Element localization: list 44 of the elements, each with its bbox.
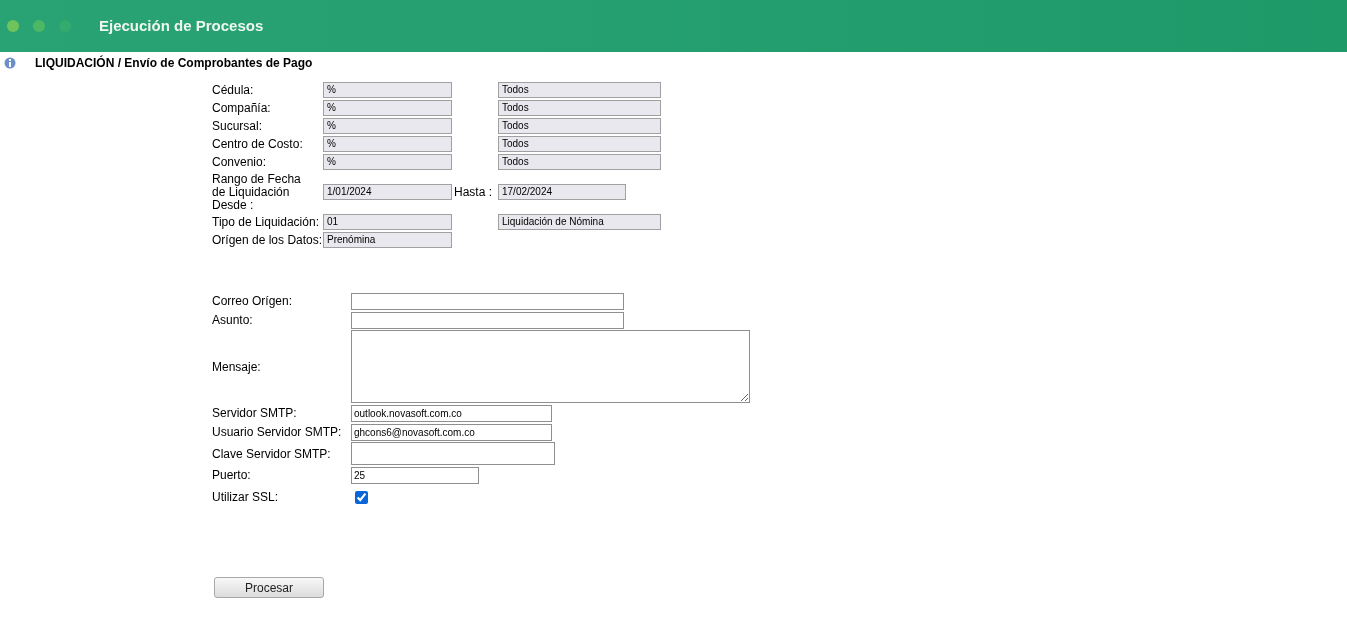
message-field[interactable] (351, 330, 750, 403)
description-field[interactable]: Todos (498, 136, 661, 152)
text-field[interactable]: ghcons6@novasoft.com.co (351, 423, 552, 441)
description-field[interactable]: Todos (498, 118, 661, 134)
port-field[interactable]: 25 (351, 466, 479, 484)
section-heading: LIQUIDACIÓN / Envío de Comprobantes de Pago (35, 54, 313, 72)
password-field[interactable] (351, 442, 555, 465)
description-field[interactable]: Todos (498, 82, 661, 98)
description-field[interactable]: Todos (498, 154, 661, 170)
code-field[interactable]: 01 (323, 214, 452, 230)
text-field[interactable]: outlook.novasoft.com.co (351, 404, 552, 422)
code-field[interactable]: % (323, 136, 452, 152)
info-icon (4, 57, 16, 69)
window-title: Ejecución de Procesos (99, 15, 264, 36)
date-field[interactable]: 1/01/2024 (323, 184, 452, 200)
ssl-checkbox[interactable] (355, 490, 368, 504)
code-field[interactable]: % (323, 118, 452, 134)
process-button[interactable]: Procesar (214, 577, 324, 598)
field-label: Tipo de Liquidación: (212, 214, 320, 231)
field-label: Usuario Servidor SMTP: (212, 424, 343, 441)
field-label: Cédula: (212, 82, 255, 99)
origin-field[interactable]: Prenómina (323, 232, 452, 248)
field-label: Correo Orígen: (212, 293, 294, 310)
text-field[interactable] (351, 292, 624, 310)
code-field[interactable]: % (323, 154, 452, 170)
field-label: Centro de Costo: (212, 136, 304, 153)
description-field[interactable]: Liquidación de Nómina (498, 214, 661, 230)
field-label: Clave Servidor SMTP: (212, 445, 332, 463)
date-field[interactable]: 17/02/2024 (498, 184, 626, 200)
field-label: Convenio: (212, 154, 268, 171)
field-label: Hasta : (453, 184, 493, 201)
field-label: Servidor SMTP: (212, 405, 298, 422)
field-label: Mensaje: (212, 358, 262, 376)
field-label: Orígen de los Datos: (212, 232, 323, 249)
text-field[interactable] (351, 311, 624, 329)
field-label: Rango de Fecha de Liquidación Desde : (212, 172, 302, 212)
field-label: Sucursal: (212, 118, 264, 135)
field-label: Utilizar SSL: (212, 489, 280, 506)
code-field[interactable]: % (323, 82, 452, 98)
description-field[interactable]: Todos (498, 100, 661, 116)
field-label: Puerto: (212, 467, 252, 484)
code-field[interactable]: % (323, 100, 452, 116)
field-label: Compañía: (212, 100, 272, 117)
field-label: Asunto: (212, 312, 254, 329)
